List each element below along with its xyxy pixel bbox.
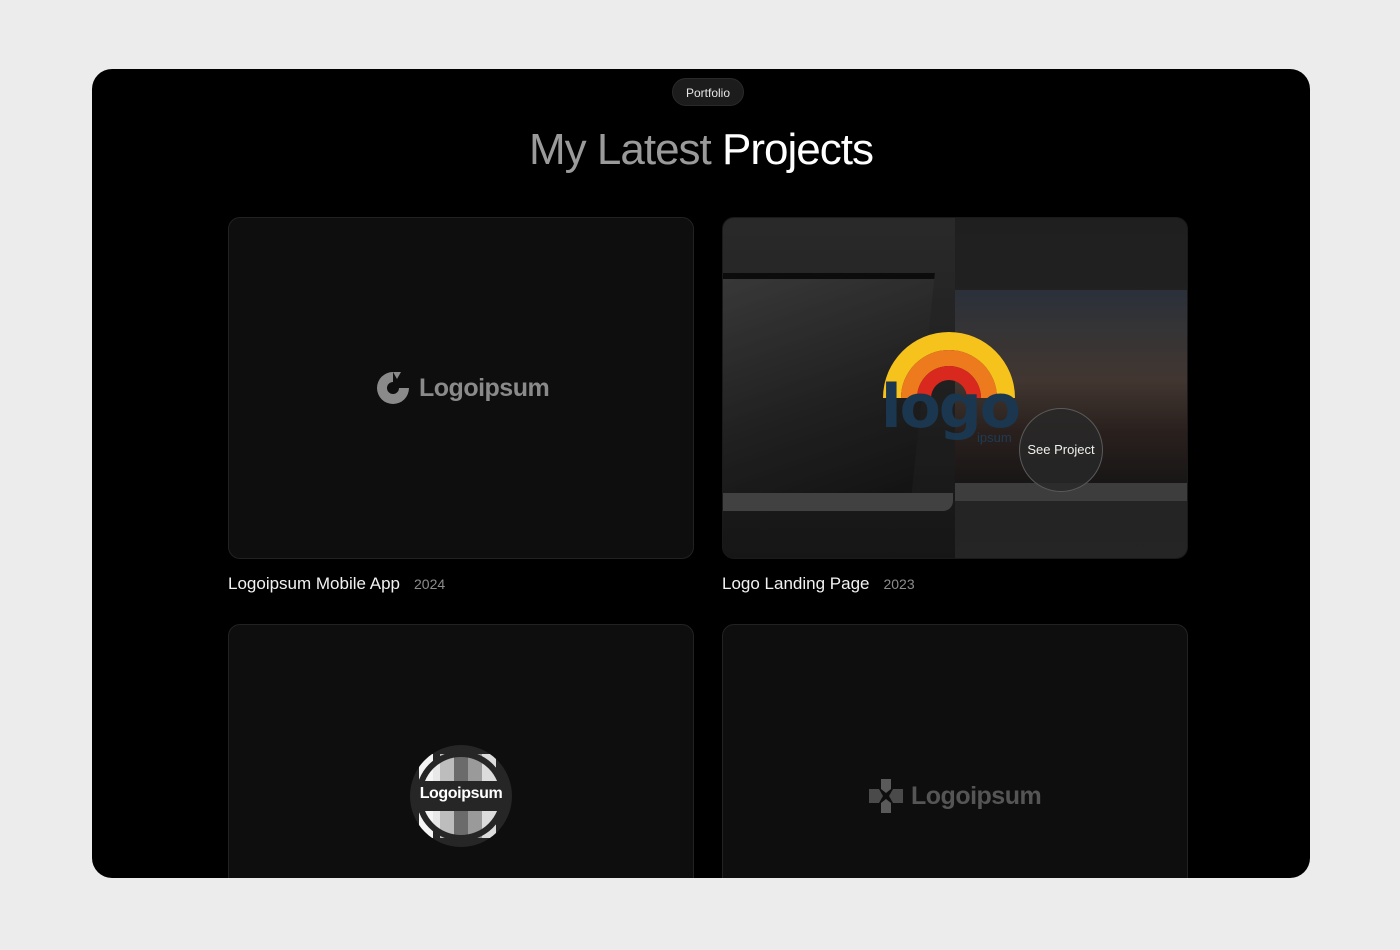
project-card-logo-landing-page[interactable]: logo ipsum See Project [722, 217, 1188, 559]
section-title-bright: Projects [722, 125, 874, 174]
donut-logo-icon [377, 372, 409, 404]
logo-subtext: ipsum [977, 430, 1012, 445]
see-project-button[interactable]: See Project [1019, 408, 1103, 492]
project-logo: Logoipsum [375, 370, 550, 406]
section-title: My Latest Projects [92, 125, 1310, 175]
project-card-3[interactable]: Logoipsum [228, 624, 694, 878]
project-card-4[interactable]: Logoipsum [722, 624, 1188, 878]
logo-wordmark: Logoipsum [911, 781, 1042, 810]
project-card-logoipsum-mobile-app[interactable]: Logoipsum [228, 217, 694, 559]
project-logo: Logoipsum [410, 745, 512, 847]
portfolio-badge: Portfolio [672, 78, 744, 106]
project-title[interactable]: Logo Landing Page [722, 574, 869, 594]
project-caption: Logoipsum Mobile App 2024 [228, 574, 445, 594]
project-logo: Logoipsum [869, 777, 1042, 815]
project-title[interactable]: Logoipsum Mobile App [228, 574, 400, 594]
logo-wordmark: Logoipsum [419, 785, 503, 802]
project-caption: Logo Landing Page 2023 [722, 574, 915, 594]
logo-wordmark: Logoipsum [419, 373, 550, 402]
project-year: 2023 [883, 576, 915, 592]
section-title-muted: My Latest [529, 125, 712, 174]
flower-logo-icon [869, 779, 903, 813]
project-year: 2024 [414, 576, 446, 592]
portfolio-section: Portfolio My Latest Projects Logoipsum L… [92, 69, 1310, 878]
